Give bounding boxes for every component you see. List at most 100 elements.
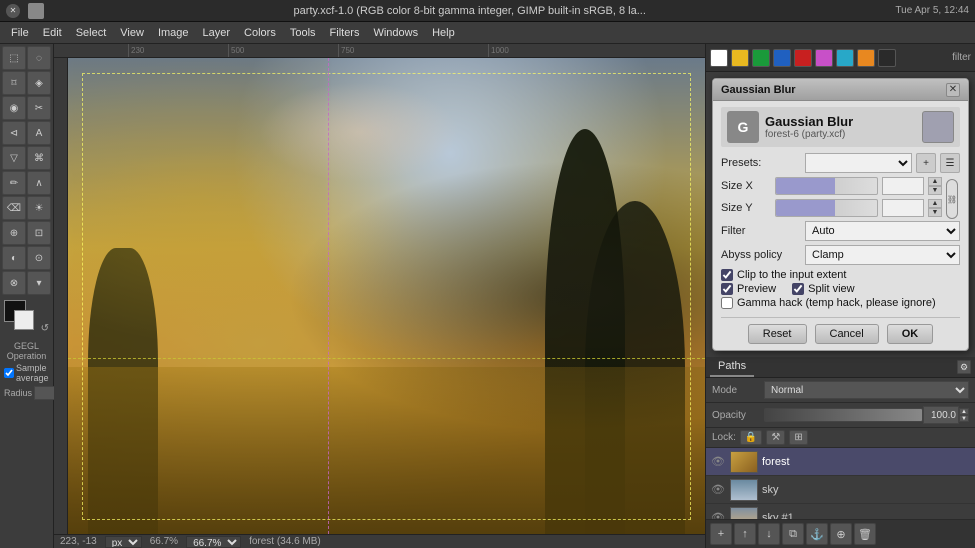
color-chip-orange[interactable]	[857, 49, 875, 67]
tool-text[interactable]: A	[27, 121, 51, 145]
ruler-tick-500: 500	[228, 44, 244, 57]
unit-select[interactable]: px	[105, 536, 142, 548]
color-chip-dark[interactable]	[878, 49, 896, 67]
sample-average-check[interactable]	[4, 368, 14, 378]
size-x-down[interactable]: ▼	[928, 186, 942, 195]
tool-eraser[interactable]: ⌫	[2, 196, 26, 220]
raise-layer-btn[interactable]: ↑	[734, 523, 756, 545]
tool-pencil[interactable]: ✏	[2, 171, 26, 195]
filter-select[interactable]: Auto	[805, 221, 960, 241]
size-y-down[interactable]: ▼	[928, 208, 942, 217]
opacity-slider[interactable]	[764, 408, 923, 422]
color-chip-green[interactable]	[752, 49, 770, 67]
duplicate-layer-btn[interactable]: ⧉	[782, 523, 804, 545]
opacity-up[interactable]: ▲	[959, 408, 969, 415]
anchor-layer-btn[interactable]: ⚓	[806, 523, 828, 545]
menu-item-select[interactable]: Select	[69, 25, 114, 41]
cancel-btn[interactable]: Cancel	[815, 324, 879, 344]
preview-checkbox[interactable]	[721, 283, 733, 295]
size-y-row: Size Y 14.24 ▲ ▼	[721, 199, 942, 217]
tool-paths[interactable]: ⊲	[2, 121, 26, 145]
size-x-slider[interactable]	[775, 177, 878, 195]
background-color[interactable]	[14, 310, 34, 330]
size-y-up[interactable]: ▲	[928, 199, 942, 208]
chain-icon[interactable]: ⛓	[946, 179, 958, 219]
color-filter-menu[interactable]: filter	[952, 52, 971, 63]
opacity-input[interactable]	[923, 406, 959, 424]
tool-smudge[interactable]: ▾	[27, 271, 51, 295]
gamma-checkbox[interactable]	[721, 297, 733, 309]
layer-eye-sky1[interactable]: 👁	[710, 510, 726, 520]
tool-scissors[interactable]: ✂	[27, 96, 51, 120]
menu-item-help[interactable]: Help	[425, 25, 462, 41]
size-x-up[interactable]: ▲	[928, 177, 942, 186]
tool-blend[interactable]: ⌘	[27, 146, 51, 170]
menu-item-filters[interactable]: Filters	[323, 25, 367, 41]
clip-checkbox[interactable]	[721, 269, 733, 281]
menu-item-layer[interactable]: Layer	[196, 25, 238, 41]
presets-menu-btn[interactable]: ☰	[940, 153, 960, 173]
reset-btn[interactable]: Reset	[748, 324, 807, 344]
tool-select-by-color[interactable]: ◉	[2, 96, 26, 120]
lock-position-btn[interactable]: ⊞	[789, 430, 807, 445]
tool-bucket-fill[interactable]: ▽	[2, 146, 26, 170]
size-x-input[interactable]: 14.24	[882, 177, 924, 195]
presets-select[interactable]	[805, 153, 912, 173]
dialog-close-btn[interactable]: ✕	[946, 83, 960, 97]
lock-pixels-btn[interactable]: 🔒	[740, 430, 762, 445]
tool-paintbrush[interactable]: ∧	[27, 171, 51, 195]
tool-row-10: ⊗ ▾	[2, 271, 51, 295]
tool-airbrush[interactable]: ☀	[27, 196, 51, 220]
size-y-slider[interactable]	[775, 199, 878, 217]
canvas-statusbar: 223, -13 px 66.7% 66.7% forest (34.6 MB)	[54, 534, 705, 548]
menu-item-image[interactable]: Image	[151, 25, 196, 41]
delete-layer-btn[interactable]: 🗑	[854, 523, 876, 545]
tool-heal[interactable]: ⊡	[27, 221, 51, 245]
tool-blur[interactable]: ⊙	[27, 246, 51, 270]
menu-item-file[interactable]: File	[4, 25, 36, 41]
presets-add-btn[interactable]: +	[916, 153, 936, 173]
menu-item-edit[interactable]: Edit	[36, 25, 69, 41]
tool-rect-select[interactable]: ⬚	[2, 46, 26, 70]
layer-item-forest[interactable]: 👁 forest	[706, 448, 975, 476]
tool-free-select[interactable]: ⌑	[2, 71, 26, 95]
color-chip-blue[interactable]	[773, 49, 791, 67]
canvas-image[interactable]	[68, 58, 705, 534]
ok-btn[interactable]: OK	[887, 324, 934, 344]
color-chip-yellow[interactable]	[731, 49, 749, 67]
layer-item-sky[interactable]: 👁 sky	[706, 476, 975, 504]
menu-item-colors[interactable]: Colors	[237, 25, 283, 41]
lower-layer-btn[interactable]: ↓	[758, 523, 780, 545]
close-icon[interactable]: ✕	[6, 4, 20, 18]
menu-item-tools[interactable]: Tools	[283, 25, 323, 41]
color-chip-red[interactable]	[794, 49, 812, 67]
tool-ellipse-select[interactable]: ◌	[27, 46, 51, 70]
new-layer-btn[interactable]: +	[710, 523, 732, 545]
tool-fuzzy-select[interactable]: ◈	[27, 71, 51, 95]
size-y-input[interactable]: 14.24	[882, 199, 924, 217]
tab-paths[interactable]: Paths	[710, 357, 754, 377]
color-chip-cyan[interactable]	[836, 49, 854, 67]
menu-item-windows[interactable]: Windows	[366, 25, 425, 41]
layer-eye-sky[interactable]: 👁	[710, 482, 726, 498]
layer-item-sky1[interactable]: 👁 sky #1	[706, 504, 975, 519]
merge-layer-btn[interactable]: ⊕	[830, 523, 852, 545]
crosshair-horizontal	[68, 358, 705, 359]
tool-perspective-clone[interactable]: ◐	[2, 246, 26, 270]
opacity-down[interactable]: ▼	[959, 415, 969, 422]
lock-alpha-btn[interactable]: ⚒	[766, 430, 785, 445]
layer-eye-forest[interactable]: 👁	[710, 454, 726, 470]
tool-clone[interactable]: ⊕	[2, 221, 26, 245]
tool-dodge-burn[interactable]: ⊗	[2, 271, 26, 295]
menu-item-view[interactable]: View	[113, 25, 151, 41]
color-chip-magenta[interactable]	[815, 49, 833, 67]
reset-colors[interactable]: ↺	[41, 323, 49, 334]
color-chip-white[interactable]	[710, 49, 728, 67]
window-controls: ✕	[6, 4, 20, 18]
plugin-icon-letter: G	[738, 119, 749, 135]
split-view-checkbox[interactable]	[792, 283, 804, 295]
layers-config-btn[interactable]: ⚙	[957, 360, 971, 374]
zoom-select[interactable]: 66.7%	[186, 536, 241, 548]
mode-select[interactable]: Normal	[764, 381, 969, 399]
abyss-select[interactable]: Clamp	[805, 245, 960, 265]
